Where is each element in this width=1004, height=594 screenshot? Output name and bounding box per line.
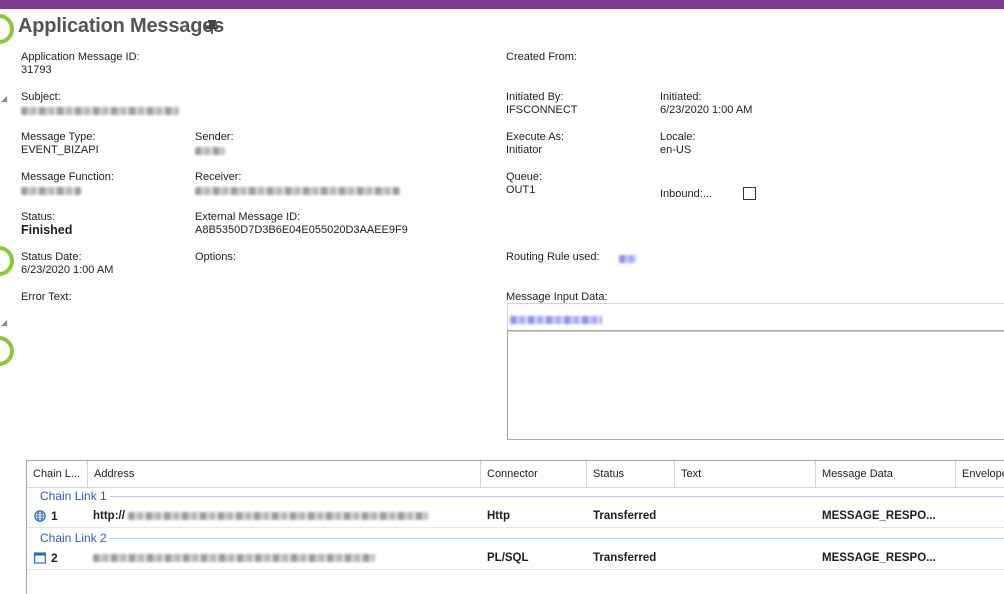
grid-header: Chain L... Address Connector Status Text… (27, 461, 1004, 488)
field-label: Queue: (506, 171, 543, 183)
locale-value[interactable]: en-US (660, 144, 695, 157)
left-edge-ring (0, 336, 14, 366)
locale-field: Locale: en-US (660, 131, 695, 157)
execute-as-value[interactable]: Initiator (506, 144, 564, 157)
field-label: Initiated By: (506, 91, 564, 103)
column-header-message-data[interactable]: Message Data (816, 461, 956, 487)
column-header-address[interactable]: Address (88, 461, 481, 487)
message-input-data-link-box[interactable] (507, 303, 1004, 332)
receiver-field: Receiver: (195, 171, 400, 198)
group-divider (110, 538, 1004, 539)
row-message-data[interactable]: MESSAGE_RESPO... (822, 510, 936, 522)
application-message-id-value[interactable]: 31793 (21, 64, 140, 77)
top-bar (0, 0, 1004, 9)
address-prefix: http:// (93, 510, 125, 522)
created-from-field: Created From: (506, 51, 577, 64)
subject-value-redacted[interactable] (21, 107, 179, 115)
inbound-checkbox[interactable] (743, 187, 756, 200)
row-number: 2 (51, 551, 58, 565)
field-label: Routing Rule used: (506, 251, 600, 263)
field-label: Subject: (21, 91, 61, 103)
application-message-id-field: Application Message ID: 31793 (21, 51, 140, 77)
field-label: Options: (195, 251, 236, 263)
group-header-chain-link-1[interactable]: Chain Link 1 (40, 489, 107, 503)
field-label: Initiated: (660, 91, 702, 103)
message-type-value[interactable]: EVENT_BIZAPI (21, 144, 99, 157)
row-address[interactable] (93, 552, 375, 564)
group-divider (110, 496, 1004, 497)
field-label: Inbound:... (660, 188, 712, 200)
window-icon (34, 552, 46, 564)
row-status[interactable]: Transferred (593, 552, 656, 564)
page-title: Application Messages (18, 15, 225, 37)
routing-rule-used-field: Routing Rule used: (506, 251, 600, 264)
queue-value[interactable]: OUT1 (506, 184, 542, 197)
row-connector[interactable]: Http (487, 510, 510, 522)
error-text-field: Error Text: (21, 291, 72, 304)
row-status[interactable]: Transferred (593, 510, 656, 522)
row-number: 1 (51, 509, 58, 523)
status-date-value[interactable]: 6/23/2020 1:00 AM (21, 264, 113, 277)
external-message-id-value[interactable]: A8B5350D7D3B6E04E055020D3AAEE9F9 (195, 224, 408, 237)
field-label: Created From: (506, 51, 577, 63)
group-header-chain-link-2[interactable]: Chain Link 2 (40, 531, 107, 545)
field-label: Receiver: (195, 171, 242, 183)
field-label: External Message ID: (195, 211, 301, 223)
execute-as-field: Execute As: Initiator (506, 131, 564, 157)
initiated-value[interactable]: 6/23/2020 1:00 AM (660, 104, 752, 117)
status-date-field: Status Date: 6/23/2020 1:00 AM (21, 251, 113, 277)
sender-value-redacted[interactable] (195, 147, 225, 155)
field-label: Application Message ID: (21, 51, 140, 63)
field-label: Status Date: (21, 251, 82, 263)
globe-icon (34, 510, 46, 522)
row-message-data[interactable]: MESSAGE_RESPO... (822, 552, 936, 564)
queue-field: Queue: OUT1 (506, 171, 542, 197)
routing-rule-value-redacted[interactable] (619, 255, 637, 263)
external-message-id-field: External Message ID: A8B5350D7D3B6E04E05… (195, 211, 408, 237)
left-edge-ring (0, 14, 14, 44)
address-redacted (128, 511, 429, 520)
row-divider (27, 569, 1004, 570)
status-value[interactable]: Finished (21, 224, 72, 237)
field-label: Message Function: (21, 171, 114, 183)
inbound-field: Inbound:... (660, 188, 712, 201)
row-divider (27, 527, 1004, 528)
field-label: Message Type: (21, 131, 96, 143)
column-header-text[interactable]: Text (675, 461, 816, 487)
options-field: Options: (195, 251, 236, 264)
status-field: Status: Finished (21, 211, 72, 237)
left-edge-marker: ◢ (1, 94, 8, 103)
receiver-value-redacted[interactable] (195, 187, 400, 195)
subject-field: Subject: (21, 91, 179, 118)
column-header-connector[interactable]: Connector (481, 461, 587, 487)
column-header-status[interactable]: Status (587, 461, 675, 487)
address-redacted (93, 553, 375, 562)
field-label: Sender: (195, 131, 234, 143)
message-function-field: Message Function: (21, 171, 114, 198)
row-address[interactable]: http:// (93, 510, 429, 522)
message-type-field: Message Type: EVENT_BIZAPI (21, 131, 99, 157)
field-label: Locale: (660, 131, 696, 143)
field-label: Execute As: (506, 131, 565, 143)
row-connector[interactable]: PL/SQL (487, 552, 529, 564)
initiated-by-value[interactable]: IFSCONNECT (506, 104, 578, 117)
left-edge-ring (0, 246, 14, 276)
message-input-data-textarea[interactable] (507, 330, 1004, 440)
pin-icon[interactable] (205, 19, 219, 35)
column-header-chain-link[interactable]: Chain L... (27, 461, 88, 487)
message-input-data-link-redacted[interactable] (510, 316, 602, 324)
sender-field: Sender: (195, 131, 234, 158)
field-label: Error Text: (21, 291, 72, 303)
column-header-envelope[interactable]: Envelope (956, 461, 1004, 487)
chain-links-grid: Chain L... Address Connector Status Text… (26, 460, 1004, 594)
message-function-value-redacted[interactable] (21, 187, 81, 195)
initiated-by-field: Initiated By: IFSCONNECT (506, 91, 578, 117)
initiated-field: Initiated: 6/23/2020 1:00 AM (660, 91, 752, 117)
left-edge-marker: ◢ (1, 318, 8, 327)
